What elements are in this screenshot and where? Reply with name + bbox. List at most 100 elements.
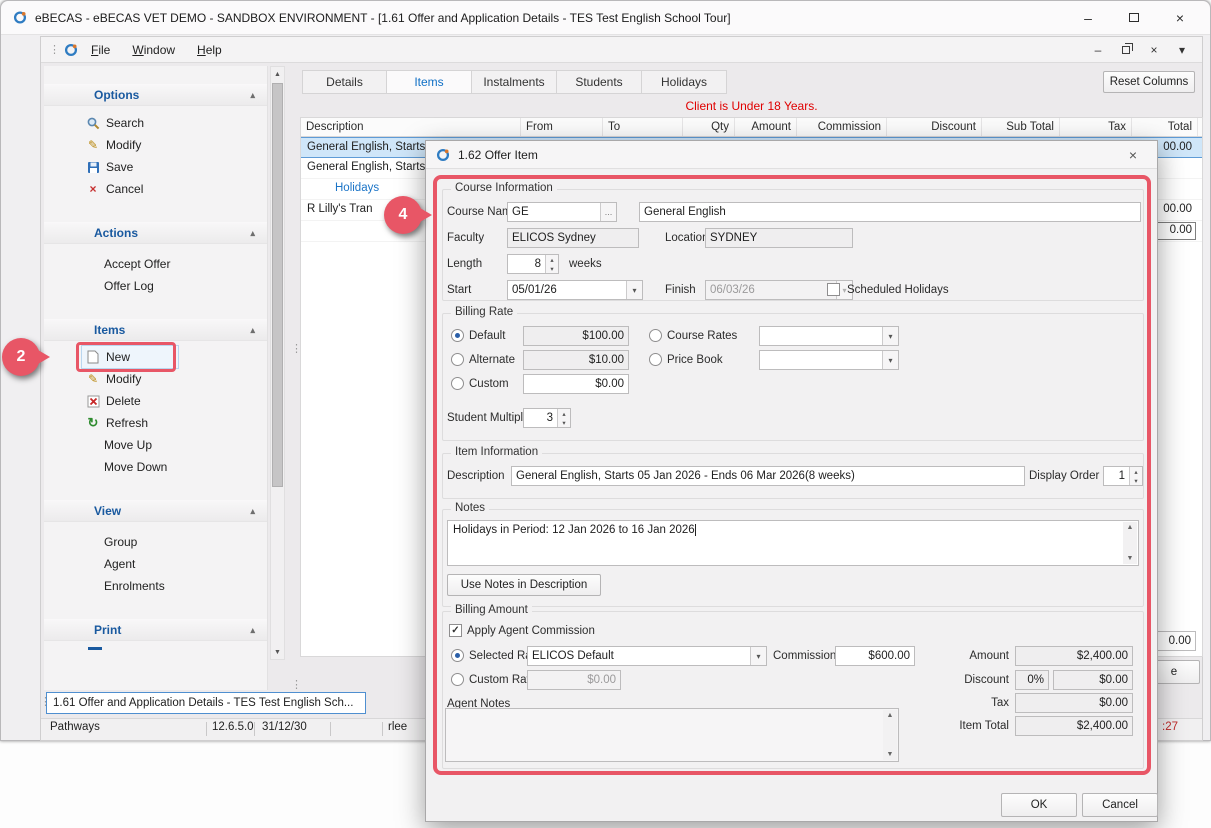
commission-field[interactable]: $600.00 <box>835 646 915 666</box>
sidebar-item-items-modify[interactable]: ✎ Modify <box>44 368 267 390</box>
spin-up-icon[interactable]: ▴ <box>558 409 570 418</box>
scrollbar-thumb[interactable] <box>272 83 283 487</box>
course-rates-select[interactable]: ▾ <box>759 326 899 346</box>
col-to[interactable]: To <box>603 118 683 136</box>
open-window-tab[interactable]: 1.61 Offer and Application Details - TES… <box>46 692 366 714</box>
holidays-link[interactable]: Holidays <box>335 182 379 194</box>
splitter-grip-icon[interactable]: ⋮ <box>291 680 302 690</box>
student-multiplier-stepper[interactable]: 3 ▴▾ <box>523 408 571 428</box>
tab-instalments[interactable]: Instalments <box>472 70 557 94</box>
section-header-actions[interactable]: Actions ▴ <box>44 222 267 244</box>
sidebar-item-refresh[interactable]: ↻ Refresh <box>44 412 267 434</box>
section-header-options[interactable]: Options ▴ <box>44 84 267 106</box>
agent-notes-textarea[interactable]: ▲▼ <box>445 708 899 762</box>
scheduled-holidays-checkbox[interactable] <box>827 283 840 296</box>
col-tax[interactable]: Tax <box>1060 118 1132 136</box>
col-sub-total[interactable]: Sub Total <box>982 118 1060 136</box>
scroll-down-icon[interactable]: ▼ <box>887 751 894 758</box>
spin-down-icon[interactable]: ▾ <box>1130 476 1142 485</box>
course-rates-radio[interactable] <box>649 329 662 342</box>
spin-up-icon[interactable]: ▴ <box>1130 467 1142 476</box>
selected-rate-select[interactable]: ELICOS Default ▾ <box>527 646 767 666</box>
price-book-select[interactable]: ▾ <box>759 350 899 370</box>
ok-button[interactable]: OK <box>1001 793 1077 817</box>
dialog-close-button[interactable]: × <box>1119 144 1147 166</box>
tab-students[interactable]: Students <box>557 70 642 94</box>
description-field[interactable]: General English, Starts 05 Jan 2026 - En… <box>511 466 1025 486</box>
custom-rate-radio-billing[interactable] <box>451 377 464 390</box>
sidebar-item-modify[interactable]: ✎ Modify <box>44 134 267 156</box>
chevron-down-icon[interactable]: ▾ <box>750 647 766 665</box>
course-name-value-field[interactable]: General English <box>639 202 1141 222</box>
sidebar-item-group[interactable]: Group <box>44 531 267 553</box>
spin-up-icon[interactable]: ▴ <box>546 255 558 264</box>
default-rate-radio[interactable] <box>451 329 464 342</box>
sidebar-item-cancel[interactable]: × Cancel <box>44 178 267 200</box>
maximize-button[interactable] <box>1124 8 1144 28</box>
tab-holidays[interactable]: Holidays <box>642 70 727 94</box>
tab-details[interactable]: Details <box>302 70 387 94</box>
custom-rate-field[interactable]: $0.00 <box>527 670 621 690</box>
discount-percent-field[interactable]: 0% <box>1015 670 1049 690</box>
default-rate-field[interactable]: $100.00 <box>523 326 629 346</box>
scroll-up-icon[interactable]: ▲ <box>887 712 894 719</box>
scroll-down-icon[interactable]: ▼ <box>1127 555 1134 562</box>
price-book-radio[interactable] <box>649 353 662 366</box>
sidebar-scrollbar[interactable]: ▲ ▼ <box>270 66 285 660</box>
custom-rate-radio[interactable] <box>451 673 464 686</box>
sidebar-item-new[interactable]: New <box>82 346 178 368</box>
col-amount[interactable]: Amount <box>735 118 797 136</box>
mdi-restore-button[interactable] <box>1118 42 1134 58</box>
col-discount[interactable]: Discount <box>887 118 982 136</box>
start-date-picker[interactable]: 05/01/26 ▾ <box>507 280 643 300</box>
alternate-rate-radio[interactable] <box>451 353 464 366</box>
menu-window[interactable]: Window <box>123 40 184 60</box>
sidebar-item-save[interactable]: Save <box>44 156 267 178</box>
col-total[interactable]: Total <box>1132 118 1198 136</box>
col-from[interactable]: From <box>521 118 603 136</box>
minimize-button[interactable]: – <box>1078 8 1098 28</box>
scroll-up-icon[interactable]: ▲ <box>1127 524 1134 531</box>
sidebar-item-accept-offer[interactable]: Accept Offer <box>44 253 267 275</box>
cancel-button[interactable]: Cancel <box>1082 793 1158 817</box>
mdi-minimize-button[interactable]: – <box>1090 42 1106 58</box>
notes-textarea[interactable]: Holidays in Period: 12 Jan 2026 to 16 Ja… <box>447 520 1139 566</box>
sidebar-item-search[interactable]: Search <box>44 112 267 134</box>
pin-icon[interactable]: ▾ <box>1174 42 1190 58</box>
sidebar-item-delete[interactable]: Delete <box>44 390 267 412</box>
sidebar-item-move-down[interactable]: Move Down <box>44 456 267 478</box>
sidebar-item-offer-log[interactable]: Offer Log <box>44 275 267 297</box>
menu-file[interactable]: File <box>82 40 119 60</box>
custom-rate-field-billing[interactable]: $0.00 <box>523 374 629 394</box>
sidebar-item-move-up[interactable]: Move Up <box>44 434 267 456</box>
scroll-up-arrow[interactable]: ▲ <box>271 67 284 81</box>
col-qty[interactable]: Qty <box>683 118 735 136</box>
close-button[interactable]: × <box>1170 8 1190 28</box>
use-notes-in-description-button[interactable]: Use Notes in Description <box>447 574 601 596</box>
mdi-close-button[interactable]: × <box>1146 42 1162 58</box>
length-stepper[interactable]: 8 ▴▾ <box>507 254 559 274</box>
discount-amount-field[interactable]: $0.00 <box>1053 670 1133 690</box>
sidebar-item-agent[interactable]: Agent <box>44 553 267 575</box>
menu-help[interactable]: Help <box>188 40 231 60</box>
sidebar-item-enrolments[interactable]: Enrolments <box>44 575 267 597</box>
course-code-input[interactable]: GE … <box>507 202 617 222</box>
display-order-stepper[interactable]: 1 ▴▾ <box>1103 466 1143 486</box>
spin-down-icon[interactable]: ▾ <box>546 264 558 273</box>
tab-items[interactable]: Items <box>387 70 472 94</box>
section-header-view[interactable]: View ▴ <box>44 500 267 522</box>
location-field[interactable]: SYDNEY <box>705 228 853 248</box>
section-header-items[interactable]: Items ▴ <box>44 319 267 341</box>
section-header-print[interactable]: Print ▴ <box>44 619 267 641</box>
faculty-field[interactable]: ELICOS Sydney <box>507 228 639 248</box>
selected-rate-radio[interactable] <box>451 649 464 662</box>
spin-down-icon[interactable]: ▾ <box>558 418 570 427</box>
alternate-rate-field[interactable]: $10.00 <box>523 350 629 370</box>
chevron-down-icon[interactable]: ▾ <box>882 327 898 345</box>
chevron-down-icon[interactable]: ▾ <box>626 281 642 299</box>
apply-agent-commission-checkbox[interactable]: ✓ <box>449 624 462 637</box>
course-lookup-button[interactable]: … <box>600 203 616 221</box>
reset-columns-button[interactable]: Reset Columns <box>1103 71 1195 93</box>
scroll-down-arrow[interactable]: ▼ <box>271 645 284 659</box>
col-commission[interactable]: Commission <box>797 118 887 136</box>
